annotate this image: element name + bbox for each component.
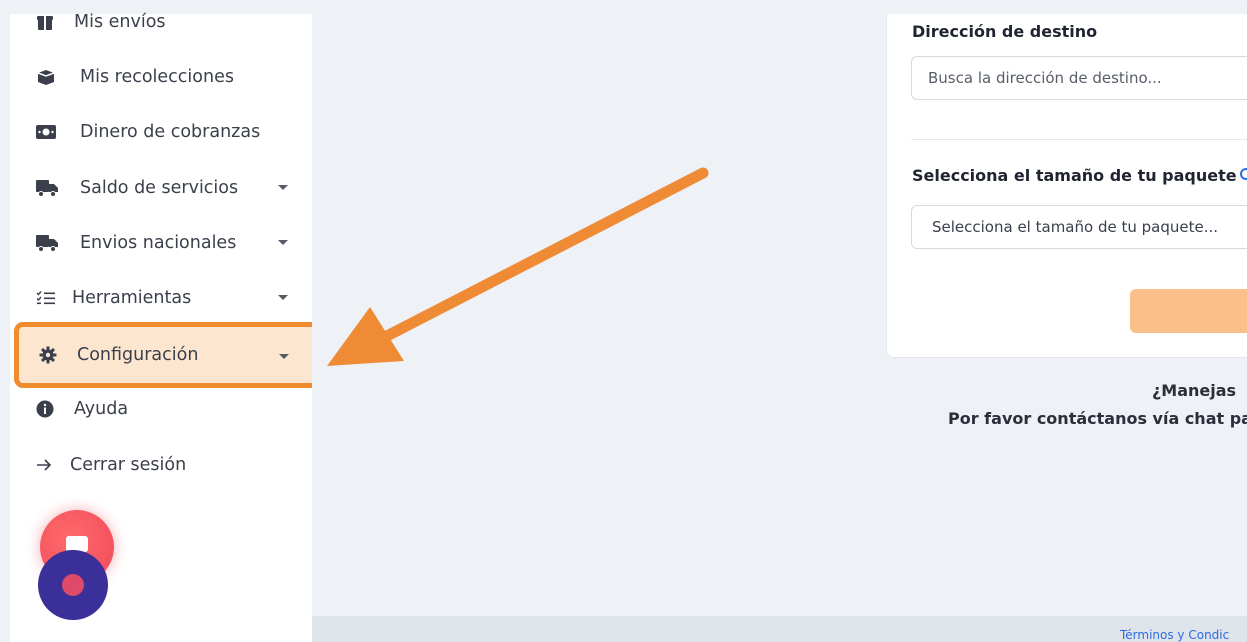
package-size-label: Selecciona el tamaño de tu paquete — [912, 166, 1237, 185]
destination-placeholder: Busca la dirección de destino... — [928, 69, 1162, 87]
checklist-icon — [36, 290, 60, 306]
sidebar-item-herramientas[interactable]: Herramientas — [10, 278, 310, 318]
sidebar-item-label: Configuración — [77, 345, 199, 365]
money-icon — [36, 125, 60, 139]
chevron-down-icon — [279, 354, 289, 359]
sidebar-item-label: Dinero de cobranzas — [80, 122, 261, 142]
sidebar-item-saldo-de-servicios[interactable]: Saldo de servicios — [10, 168, 310, 208]
sidebar-item-dinero-de-cobranzas[interactable]: Dinero de cobranzas — [10, 112, 310, 152]
sidebar-item-mis-envios[interactable]: Mis envíos — [10, 2, 310, 42]
terms-link[interactable]: Términos y Condic — [1120, 628, 1229, 642]
info-icon — [36, 400, 60, 418]
sidebar-item-label: Cerrar sesión — [70, 455, 187, 475]
chevron-down-icon — [278, 185, 288, 190]
help-note-question: ¿Manejas — [1152, 381, 1237, 400]
package-size-value: Selecciona el tamaño de tu paquete... — [932, 218, 1219, 236]
support-button[interactable] — [38, 550, 108, 620]
sidebar-item-mis-recolecciones[interactable]: Mis recolecciones — [10, 57, 310, 97]
info-icon[interactable] — [1240, 168, 1247, 180]
sidebar-item-label: Ayuda — [74, 399, 129, 419]
sidebar-item-envios-nacionales[interactable]: Envios nacionales — [10, 223, 310, 263]
sidebar-item-configuracion[interactable]: Configuración — [14, 322, 320, 388]
truck-icon — [36, 179, 60, 197]
sidebar-item-cerrar-sesion[interactable]: Cerrar sesión — [10, 445, 310, 485]
sidebar-item-label: Envios nacionales — [80, 233, 237, 253]
sidebar-item-ayuda[interactable]: Ayuda — [10, 389, 310, 429]
footer: Términos y Condic — [312, 616, 1247, 642]
submit-button[interactable] — [1130, 289, 1247, 333]
destination-input[interactable]: Busca la dirección de destino... — [911, 56, 1247, 100]
help-note-contact: Por favor contáctanos vía chat pa — [948, 409, 1247, 428]
form-divider — [911, 139, 1247, 140]
box-icon — [36, 69, 60, 85]
sidebar-item-label: Saldo de servicios — [80, 178, 239, 198]
arrow-right-icon — [36, 458, 60, 472]
truck-icon — [36, 234, 60, 252]
package-size-select[interactable]: Selecciona el tamaño de tu paquete... — [911, 205, 1247, 249]
chevron-down-icon — [278, 240, 288, 245]
sidebar-item-label: Mis recolecciones — [80, 67, 234, 87]
gift-icon — [36, 13, 60, 31]
support-icon — [62, 574, 84, 596]
sidebar-item-label: Herramientas — [72, 288, 192, 308]
chevron-down-icon — [278, 295, 288, 300]
gear-icon — [39, 346, 63, 364]
destination-label: Dirección de destino — [912, 22, 1098, 41]
sidebar-item-label: Mis envíos — [74, 12, 166, 32]
